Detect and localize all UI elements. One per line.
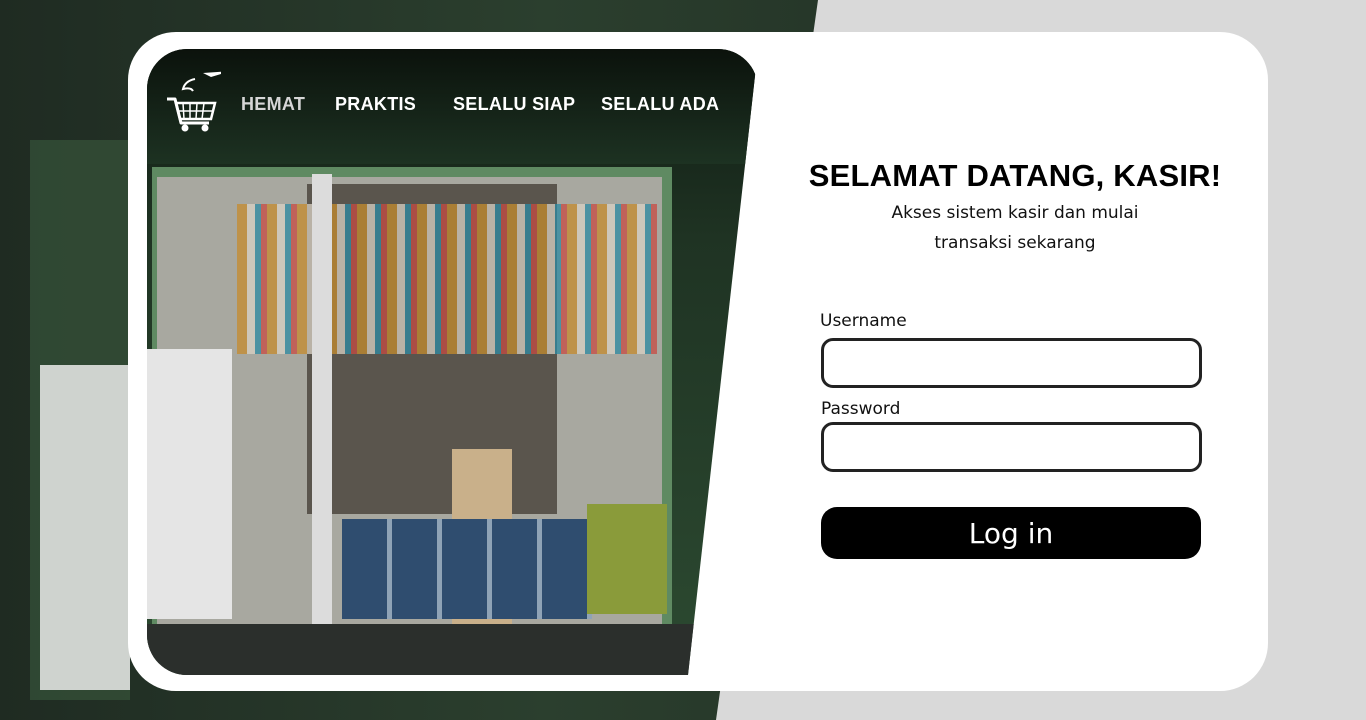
nav-link-selalu-ada[interactable]: SELALU ADA <box>601 94 719 115</box>
page-title: SELAMAT DATANG, KASIR! <box>808 158 1222 193</box>
page-subtitle: Akses sistem kasir dan mulai transaksi s… <box>891 203 1139 253</box>
background-fridge <box>40 365 130 690</box>
password-input[interactable] <box>821 422 1202 472</box>
shop-fridge <box>147 349 232 619</box>
password-label: Password <box>821 399 901 419</box>
water-gallons <box>342 519 592 619</box>
hanging-goods <box>237 204 657 354</box>
shopping-cart-icon[interactable] <box>165 69 231 135</box>
shop-pillar <box>312 174 332 634</box>
username-input[interactable] <box>821 338 1202 388</box>
login-button[interactable]: Log in <box>821 507 1201 559</box>
nav-link-hemat[interactable]: HEMAT <box>241 94 305 115</box>
top-navigation: HEMAT PRAKTIS SELALU SIAP SELALU ADA <box>147 49 758 159</box>
gas-cylinders <box>587 504 667 614</box>
login-header: SELAMAT DATANG, KASIR! Akses sistem kasi… <box>790 150 1240 258</box>
nav-link-selalu-siap[interactable]: SELALU SIAP <box>453 94 575 115</box>
username-label: Username <box>820 311 907 331</box>
nav-link-praktis[interactable]: PRAKTIS <box>335 94 416 115</box>
shop-floor <box>147 624 758 675</box>
